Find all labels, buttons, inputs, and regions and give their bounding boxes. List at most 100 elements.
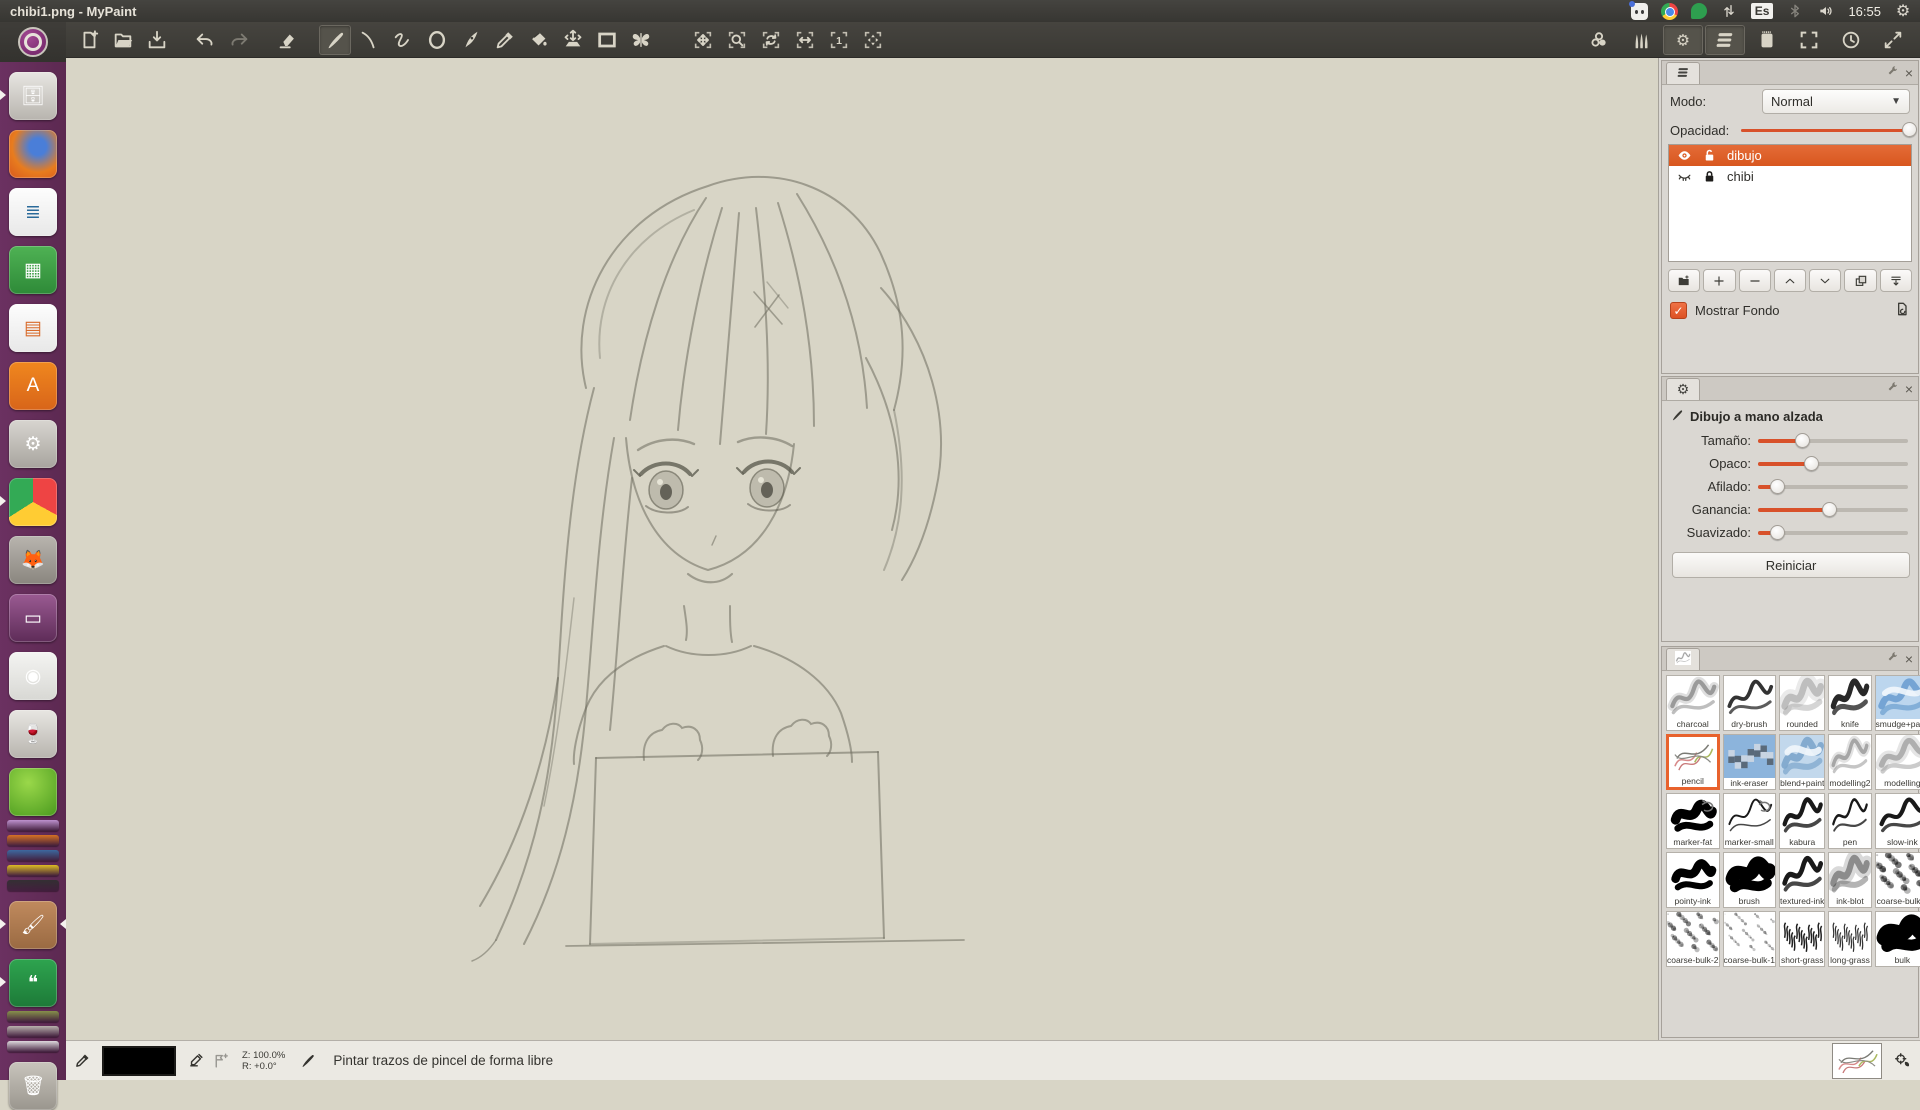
stacked-app-icon[interactable] xyxy=(7,1011,59,1022)
stacked-app-icon[interactable] xyxy=(7,1041,59,1052)
brush-coarse-bulk-2[interactable]: coarse-bulk-2 xyxy=(1666,911,1720,967)
brush-slider-1[interactable] xyxy=(1758,456,1908,472)
show-background-checkbox[interactable]: ✓ xyxy=(1670,302,1687,319)
discord-icon[interactable] xyxy=(1631,3,1648,20)
duplicate-layer-button[interactable] xyxy=(1844,269,1876,292)
close-panel-icon[interactable]: × xyxy=(1905,383,1913,395)
launcher-item-ubuntu-software[interactable]: A xyxy=(9,362,57,410)
launcher-item-chrome[interactable] xyxy=(9,478,57,526)
close-panel-icon[interactable]: × xyxy=(1905,653,1913,665)
eye-closed-icon[interactable] xyxy=(1677,169,1692,184)
brush-slider-3[interactable] xyxy=(1758,502,1908,518)
expand-view-button[interactable] xyxy=(1873,25,1913,55)
stacked-app-icon[interactable] xyxy=(7,865,59,876)
frame-edit-button[interactable] xyxy=(591,25,623,55)
zoom-1-1-button[interactable]: 1 xyxy=(823,25,855,55)
current-color-swatch[interactable] xyxy=(102,1046,176,1076)
slider-thumb[interactable] xyxy=(1804,456,1819,471)
brush-brush[interactable]: brush xyxy=(1723,852,1777,908)
brush-modelling2[interactable]: modelling2 xyxy=(1828,734,1871,790)
undo-button[interactable] xyxy=(189,25,221,55)
layers-tab[interactable] xyxy=(1666,62,1700,84)
launcher-stack-app-stack-2[interactable] xyxy=(7,1007,59,1052)
add-layer-button[interactable] xyxy=(1703,269,1735,292)
brush-dry-brush[interactable]: dry-brush xyxy=(1723,675,1777,731)
clock-text[interactable]: 16:55 xyxy=(1848,4,1881,19)
layer-opacity-slider[interactable] xyxy=(1741,122,1910,138)
brush-slider-0[interactable] xyxy=(1758,433,1908,449)
remove-layer-button[interactable] xyxy=(1739,269,1771,292)
launcher-item-mypaint[interactable]: 🖌 xyxy=(9,901,57,949)
brush-coarse-bulk-3[interactable]: coarse-bulk-3 xyxy=(1875,852,1920,908)
brush-short-grass[interactable]: short-grass xyxy=(1779,911,1825,967)
bookmark-flag-icon[interactable] xyxy=(208,1052,232,1069)
lower-layer-button[interactable] xyxy=(1809,269,1841,292)
layer-mode-select[interactable]: Normal ▼ xyxy=(1762,89,1910,114)
slider-thumb[interactable] xyxy=(1795,433,1810,448)
brush-pen[interactable]: pen xyxy=(1828,793,1871,849)
background-doc-icon[interactable] xyxy=(1894,301,1910,320)
save-file-button[interactable] xyxy=(141,25,173,55)
slider-thumb[interactable] xyxy=(1902,122,1917,137)
brush-coarse-bulk-1[interactable]: coarse-bulk-1 xyxy=(1723,911,1777,967)
launcher-item-ubuntu-dash[interactable] xyxy=(0,22,66,62)
line-mode-button[interactable] xyxy=(353,25,385,55)
eraser-button[interactable] xyxy=(271,25,303,55)
target-leaf-icon[interactable] xyxy=(1890,1052,1914,1069)
brush-marker-fat[interactable]: marker-fat xyxy=(1666,793,1720,849)
launcher-item-trash[interactable]: 🗑 xyxy=(9,1062,57,1110)
launcher-item-hangouts[interactable]: ❝ xyxy=(9,959,57,1007)
color-wheel-button[interactable] xyxy=(1579,25,1619,55)
launcher-item-blender[interactable]: ◉ xyxy=(9,652,57,700)
freehand-button[interactable] xyxy=(319,25,351,55)
ellipse-mode-button[interactable] xyxy=(421,25,453,55)
new-layer-group-button[interactable] xyxy=(1668,269,1700,292)
slider-thumb[interactable] xyxy=(1822,502,1837,517)
redo-button[interactable] xyxy=(223,25,255,55)
layer-row-dibujo[interactable]: dibujo xyxy=(1669,145,1911,166)
open-file-button[interactable] xyxy=(107,25,139,55)
brush-charcoal[interactable]: charcoal xyxy=(1666,675,1720,731)
brush-rounded[interactable]: rounded xyxy=(1779,675,1825,731)
chrome-icon[interactable] xyxy=(1661,3,1678,20)
brush-modelling[interactable]: modelling xyxy=(1875,734,1920,790)
merge-down-button[interactable] xyxy=(1880,269,1912,292)
keyboard-layout-badge[interactable]: Es xyxy=(1751,3,1774,19)
launcher-item-libreoffice-writer[interactable]: ≣ xyxy=(9,188,57,236)
launcher-item-firefox[interactable] xyxy=(9,130,57,178)
stacked-app-icon[interactable] xyxy=(7,850,59,861)
slider-thumb[interactable] xyxy=(1770,525,1785,540)
brush-sets-button[interactable] xyxy=(1621,25,1661,55)
rotate-view-button[interactable] xyxy=(755,25,787,55)
new-file-button[interactable] xyxy=(73,25,105,55)
brush-slider-2[interactable] xyxy=(1758,479,1908,495)
launcher-item-green-ooze-app[interactable] xyxy=(9,768,57,816)
lock-closed-icon[interactable] xyxy=(1702,169,1717,184)
brush-settings-tab[interactable]: ⚙ xyxy=(1666,378,1700,400)
launcher-item-files[interactable]: 🗄 xyxy=(9,72,57,120)
symmetry-button[interactable] xyxy=(625,25,657,55)
slider-thumb[interactable] xyxy=(1770,479,1785,494)
volume-icon[interactable] xyxy=(1817,2,1835,20)
brush-marker-small[interactable]: marker-small xyxy=(1723,793,1777,849)
layers-menu-button[interactable] xyxy=(1705,25,1745,55)
detach-panel-icon[interactable] xyxy=(1886,381,1899,397)
current-brush-thumbnail[interactable] xyxy=(1832,1043,1882,1079)
launcher-item-libreoffice-calc[interactable]: ▦ xyxy=(9,246,57,294)
brush-knife[interactable]: knife xyxy=(1828,675,1871,731)
brush-long-grass[interactable]: long-grass xyxy=(1828,911,1871,967)
edit-color-icon[interactable] xyxy=(184,1052,208,1069)
detach-panel-icon[interactable] xyxy=(1886,65,1899,81)
launcher-stack-app-stack-1[interactable] xyxy=(7,816,59,891)
scratchpad-button[interactable] xyxy=(1747,25,1787,55)
brush-textured-ink[interactable]: textured-ink xyxy=(1779,852,1825,908)
brush-blend+paint[interactable]: blend+paint xyxy=(1779,734,1825,790)
settings-button[interactable]: ⚙ xyxy=(1663,25,1703,55)
brush-bulk[interactable]: bulk xyxy=(1875,911,1920,967)
lock-open-icon[interactable] xyxy=(1702,148,1717,163)
launcher-item-libreoffice-impress[interactable]: ▤ xyxy=(9,304,57,352)
drawing-canvas[interactable] xyxy=(66,58,1658,1040)
session-gear-icon[interactable]: ⚙ xyxy=(1894,2,1912,20)
brush-slow-ink[interactable]: slow-ink xyxy=(1875,793,1920,849)
stacked-app-icon[interactable] xyxy=(7,820,59,831)
